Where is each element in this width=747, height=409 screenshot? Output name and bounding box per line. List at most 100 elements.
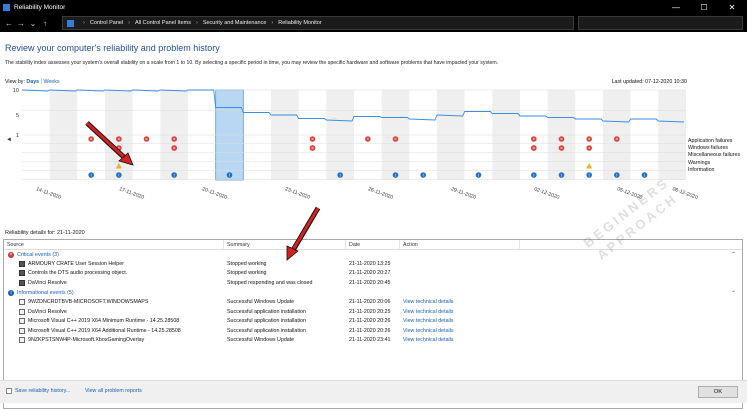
informational-events-label: Informational events (5)	[17, 290, 74, 296]
save-history-link[interactable]: Save reliability history...	[6, 388, 70, 394]
app-icon	[19, 279, 25, 286]
critical-event-glyph: ×	[367, 137, 370, 142]
view-weeks-link[interactable]: Weeks	[43, 79, 59, 85]
breadcrumb-item[interactable]: All Control Panel Items	[135, 20, 191, 26]
table-row[interactable]: 9WZDNCRDTBVB-MICROSOFT.WINDOWSMAPS Succes…	[4, 298, 742, 308]
category-label: Information	[688, 166, 715, 173]
date-cell: 21-11-2020 20:45	[349, 279, 391, 286]
date-cell: 21-11-2020 23:41	[349, 337, 391, 344]
main-content: Review your computer's reliability and p…	[0, 32, 747, 409]
collapse-chevron-icon[interactable]: ⌃	[731, 290, 736, 297]
critical-event-glyph: ×	[118, 137, 121, 142]
action-link[interactable]: View technical details	[400, 328, 520, 334]
table-row[interactable]: 9NZKPSTSNW4P-Microsoft.XboxGamingOverlay…	[4, 336, 742, 346]
view-days-link[interactable]: Days	[26, 79, 39, 85]
x-date-label: 26-11-2020	[367, 186, 394, 201]
critical-event-glyph: ×	[311, 137, 314, 142]
action-link[interactable]: View technical details	[400, 337, 520, 343]
collapse-chevron-icon[interactable]: ⌃	[731, 251, 736, 258]
info-icon: i	[8, 290, 14, 296]
summary-cell: Stopped working	[227, 270, 267, 277]
table-row[interactable]: ARMOURY CRATE User Session Helper Stopped…	[4, 259, 742, 269]
source-cell: DaVinci Resolve	[4, 279, 224, 286]
info-event-glyph: i	[118, 173, 119, 178]
action-link[interactable]: View technical details	[400, 299, 520, 305]
page-title: Review your computer's reliability and p…	[5, 43, 220, 53]
category-label: Application failures	[688, 138, 733, 144]
footer-bar: Save reliability history... View all pro…	[0, 380, 747, 403]
info-event-glyph: i	[423, 173, 424, 178]
source-text: Controls the DTS audio processing object…	[28, 270, 128, 277]
column-date[interactable]: Date	[346, 239, 400, 250]
table-row[interactable]: Microsoft Visual C++ 2019 X64 Minimum Ru…	[4, 317, 742, 327]
summary-cell: Stopped responding and was closed	[227, 279, 313, 286]
critical-events-group[interactable]: × Critical events (3) ⌃	[4, 250, 742, 259]
info-event-glyph: i	[616, 173, 617, 178]
critical-event-glyph: ×	[588, 137, 591, 142]
summary-cell: Successful application installation	[227, 308, 306, 315]
info-event-glyph: i	[229, 173, 230, 178]
source-cell: Controls the DTS audio processing object…	[4, 270, 224, 277]
back-icon[interactable]: ←	[3, 19, 15, 28]
table-row[interactable]: Microsoft Visual C++ 2019 X64 Additional…	[4, 326, 742, 336]
column-source[interactable]: Source	[4, 239, 224, 250]
summary-cell: Successful application installation	[227, 327, 306, 334]
breadcrumb-item[interactable]: Reliability Monitor	[278, 20, 321, 26]
address-bar[interactable]: › Control Panel › All Control Panel Items…	[62, 16, 574, 30]
minimize-button[interactable]: —	[662, 0, 690, 14]
recent-pages-icon[interactable]: ⌄	[27, 19, 39, 28]
source-text: 9WZDNCRDTBVB-MICROSOFT.WINDOWSMAPS	[28, 299, 149, 306]
category-label: Warnings	[688, 159, 711, 166]
critical-event-glyph: ×	[311, 146, 314, 151]
breadcrumb-item[interactable]: Control Panel	[90, 20, 123, 26]
forward-icon[interactable]: →	[15, 19, 27, 28]
source-cell: 9NZKPSTSNW4P-Microsoft.XboxGamingOverlay	[4, 337, 224, 344]
x-date-label: 20-11-2020	[201, 186, 228, 201]
info-event-glyph: i	[478, 173, 479, 178]
breadcrumb-item[interactable]: Security and Maintenance	[203, 20, 267, 26]
table-row[interactable]: DaVinci Resolve Stopped responding and wa…	[4, 278, 742, 288]
action-link[interactable]: View technical details	[400, 318, 520, 324]
app-icon	[19, 327, 25, 334]
x-date-label: 23-11-2020	[284, 186, 311, 201]
summary-cell: Successful application installation	[227, 318, 306, 325]
date-cell: 21-11-2020 20:27	[349, 270, 391, 277]
info-event-glyph: i	[91, 173, 92, 178]
app-icon	[19, 299, 25, 306]
critical-event-glyph: ×	[173, 137, 176, 142]
summary-cell: Successful Windows Update	[227, 337, 295, 344]
source-text: DaVinci Resolve	[28, 279, 67, 286]
source-text: Microsoft Visual C++ 2019 X64 Additional…	[28, 327, 181, 334]
critical-event-glyph: ×	[533, 137, 536, 142]
app-icon	[19, 318, 25, 325]
critical-event-glyph: ×	[394, 137, 397, 142]
date-cell: 21-11-2020 20:25	[349, 308, 391, 315]
window-title: Reliability Monitor	[14, 3, 66, 11]
action-link[interactable]: View technical details	[400, 309, 520, 315]
info-event-glyph: i	[589, 173, 590, 178]
date-cell: 21-11-2020 13:25	[349, 260, 391, 267]
save-history-label: Save reliability history...	[15, 388, 71, 394]
table-row[interactable]: Controls the DTS audio processing object…	[4, 269, 742, 279]
informational-events-group[interactable]: i Informational events (5) ⌃	[4, 289, 742, 298]
x-date-label: 02-12-2020	[533, 186, 560, 201]
column-summary[interactable]: Summary	[224, 239, 346, 250]
app-icon	[19, 308, 25, 315]
ok-button[interactable]: OK	[698, 386, 738, 398]
table-row[interactable]: DaVinci Resolve Successful application in…	[4, 307, 742, 317]
up-icon[interactable]: ↑	[39, 19, 51, 28]
column-action[interactable]: Action	[400, 239, 520, 250]
maximize-button[interactable]: ☐	[690, 0, 718, 14]
source-text: DaVinci Resolve	[28, 308, 67, 315]
app-icon	[19, 270, 25, 277]
date-cell: 21-11-2020 20:06	[349, 299, 391, 306]
date-cell: 21-11-2020 20:26	[349, 327, 391, 334]
search-input[interactable]	[578, 16, 743, 30]
category-label: Windows failures	[688, 145, 729, 152]
date-cell: 21-11-2020 20:26	[349, 318, 391, 325]
close-button[interactable]: ✕	[718, 0, 746, 14]
scroll-left-icon[interactable]: ◄	[6, 137, 12, 143]
critical-event-glyph: ×	[616, 137, 619, 142]
view-all-reports-link[interactable]: View all problem reports	[85, 388, 142, 394]
critical-event-glyph: ×	[588, 146, 591, 151]
